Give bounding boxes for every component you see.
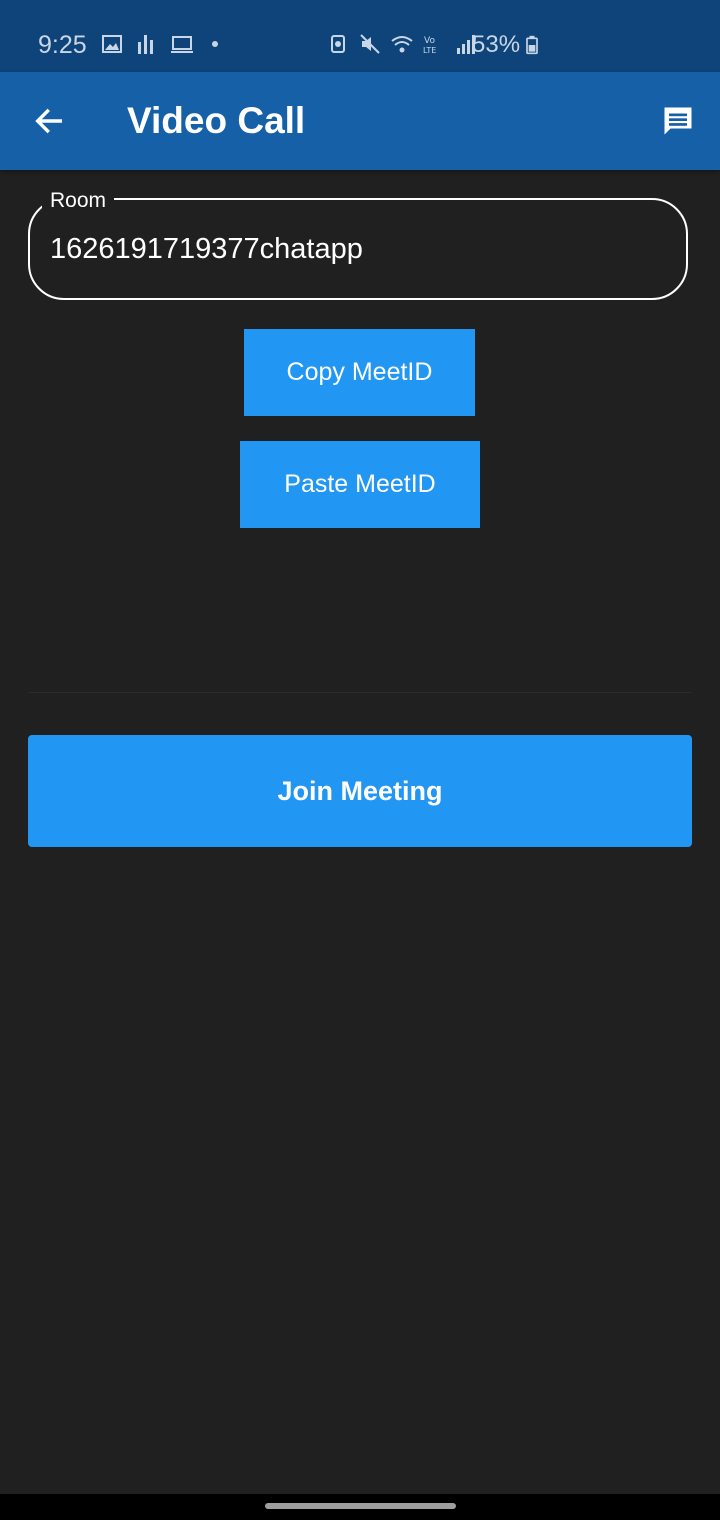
svg-text:Vo: Vo <box>424 36 435 46</box>
equalizer-icon <box>138 35 153 54</box>
arrow-left-icon <box>35 108 63 134</box>
room-label: Room <box>42 187 115 215</box>
status-bar: 9:25 Vo LTE 53% <box>0 0 720 72</box>
status-left-icons <box>100 32 218 56</box>
chat-button[interactable] <box>654 98 702 144</box>
paste-meetid-button[interactable]: Paste MeetID <box>240 441 480 528</box>
app-bar: Video Call <box>0 72 720 170</box>
copy-meetid-button[interactable]: Copy MeetID <box>244 329 475 416</box>
home-indicator[interactable] <box>265 1503 456 1509</box>
volte-lte-icon: Vo LTE <box>423 36 436 55</box>
back-button[interactable] <box>26 98 72 144</box>
join-meeting-button[interactable]: Join Meeting <box>28 735 692 847</box>
svg-text:LTE: LTE <box>423 46 436 55</box>
battery-icon <box>526 35 538 55</box>
divider <box>28 692 692 693</box>
room-value[interactable]: 1626191719377chatapp <box>50 230 363 268</box>
alarm-icon <box>331 35 345 53</box>
battery-percent: 53% <box>472 31 521 58</box>
notification-dot <box>212 41 218 47</box>
laptop-icon <box>171 36 193 53</box>
wifi-icon <box>391 36 413 53</box>
navigation-bar <box>0 1494 720 1520</box>
page-title: Video Call <box>127 100 306 141</box>
gallery-icon <box>102 35 122 53</box>
chat-icon <box>664 107 692 135</box>
status-time: 9:25 <box>38 31 87 59</box>
mute-icon <box>360 34 380 54</box>
status-right-icons: Vo LTE <box>326 32 478 56</box>
